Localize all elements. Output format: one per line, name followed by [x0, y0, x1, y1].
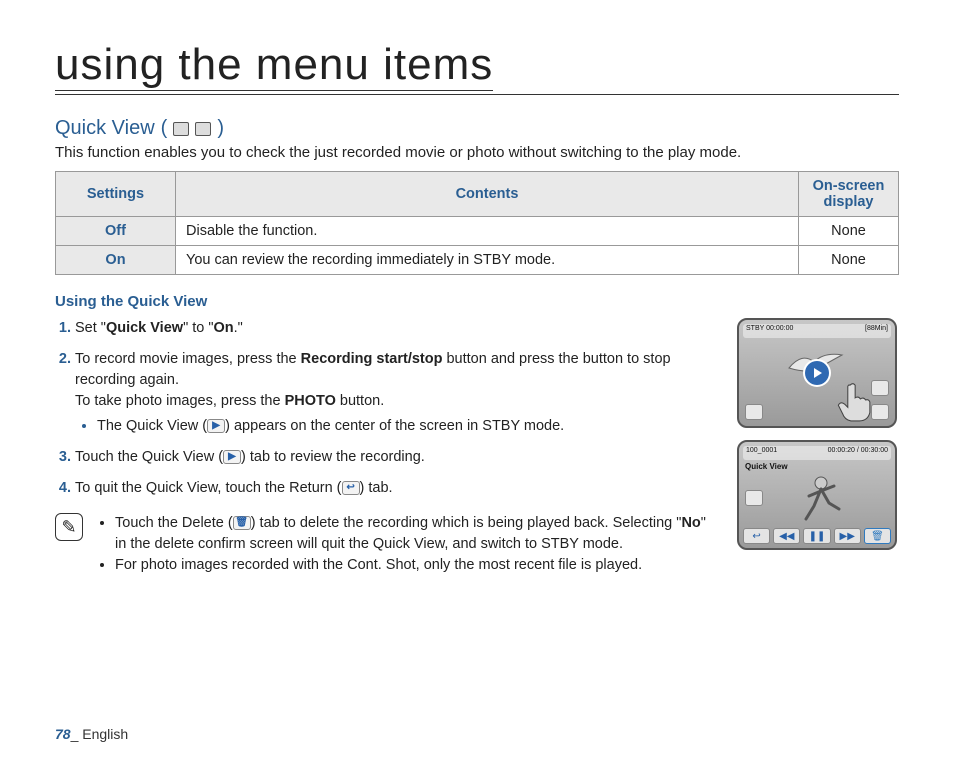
cell-content: You can review the recording immediately… [176, 246, 799, 275]
section-heading: Quick View ( ) [55, 117, 899, 140]
return-icon: ↩ [342, 481, 360, 495]
rewind-button[interactable]: ◀◀ [773, 528, 800, 544]
cell-content: Disable the function. [176, 217, 799, 246]
step-2-bullet: The Quick View (▶) appears on the center… [97, 416, 712, 437]
forward-button[interactable]: ▶▶ [834, 528, 861, 544]
pause-button[interactable]: ❚❚ [803, 528, 830, 544]
section-heading-text: Quick View [55, 117, 155, 140]
delete-button[interactable]: 🗑 [864, 528, 891, 544]
page-title: using the menu items [55, 40, 899, 95]
gallery-icon [745, 404, 763, 420]
quickview-play-button[interactable] [805, 361, 829, 385]
photo-mode-icon [195, 122, 211, 136]
cell-display: None [799, 246, 899, 275]
hand-pointer-icon [831, 380, 873, 422]
quickview-label: Quick View [745, 462, 788, 471]
th-settings: Settings [56, 172, 176, 217]
step-4: To quit the Quick View, touch the Return… [75, 478, 712, 499]
th-display: On-screen display [799, 172, 899, 217]
trash-icon: 🗑 [233, 516, 251, 530]
note-2: For photo images recorded with the Cont.… [115, 555, 712, 576]
settings-table: Settings Contents On-screen display Off … [55, 171, 899, 275]
section-description: This function enables you to check the j… [55, 144, 899, 161]
step-1: Set "Quick View" to "On." [75, 318, 712, 339]
paren-open: ( [161, 117, 168, 140]
page-footer: 78_ English [55, 726, 128, 742]
cell-display: None [799, 217, 899, 246]
step-2: To record movie images, press the Record… [75, 349, 712, 437]
movie-mode-icon [173, 122, 189, 136]
volume-icon [745, 490, 763, 506]
cell-setting: Off [56, 217, 176, 246]
step-3: Touch the Quick View (▶) tab to review t… [75, 447, 712, 468]
menu-icon [871, 404, 889, 420]
return-button[interactable]: ↩ [743, 528, 770, 544]
cell-setting: On [56, 246, 176, 275]
th-contents: Contents [176, 172, 799, 217]
note-1: Touch the Delete (🗑) tab to delete the r… [115, 513, 712, 555]
mode-icon [871, 380, 889, 396]
person-graphic [794, 471, 849, 526]
play-icon: ▶ [207, 419, 225, 433]
table-row: Off Disable the function. None [56, 217, 899, 246]
play-icon: ▶ [223, 450, 241, 464]
screenshot-stby: STBY 00:00:00 [88Min] [737, 318, 897, 428]
steps-subheading: Using the Quick View [55, 293, 899, 310]
note-icon: ✎ [55, 513, 83, 541]
screenshot-playback: 100_0001 00:00:20 / 00:30:00 Quick View … [737, 440, 897, 550]
paren-close: ) [217, 117, 224, 140]
table-row: On You can review the recording immediat… [56, 246, 899, 275]
